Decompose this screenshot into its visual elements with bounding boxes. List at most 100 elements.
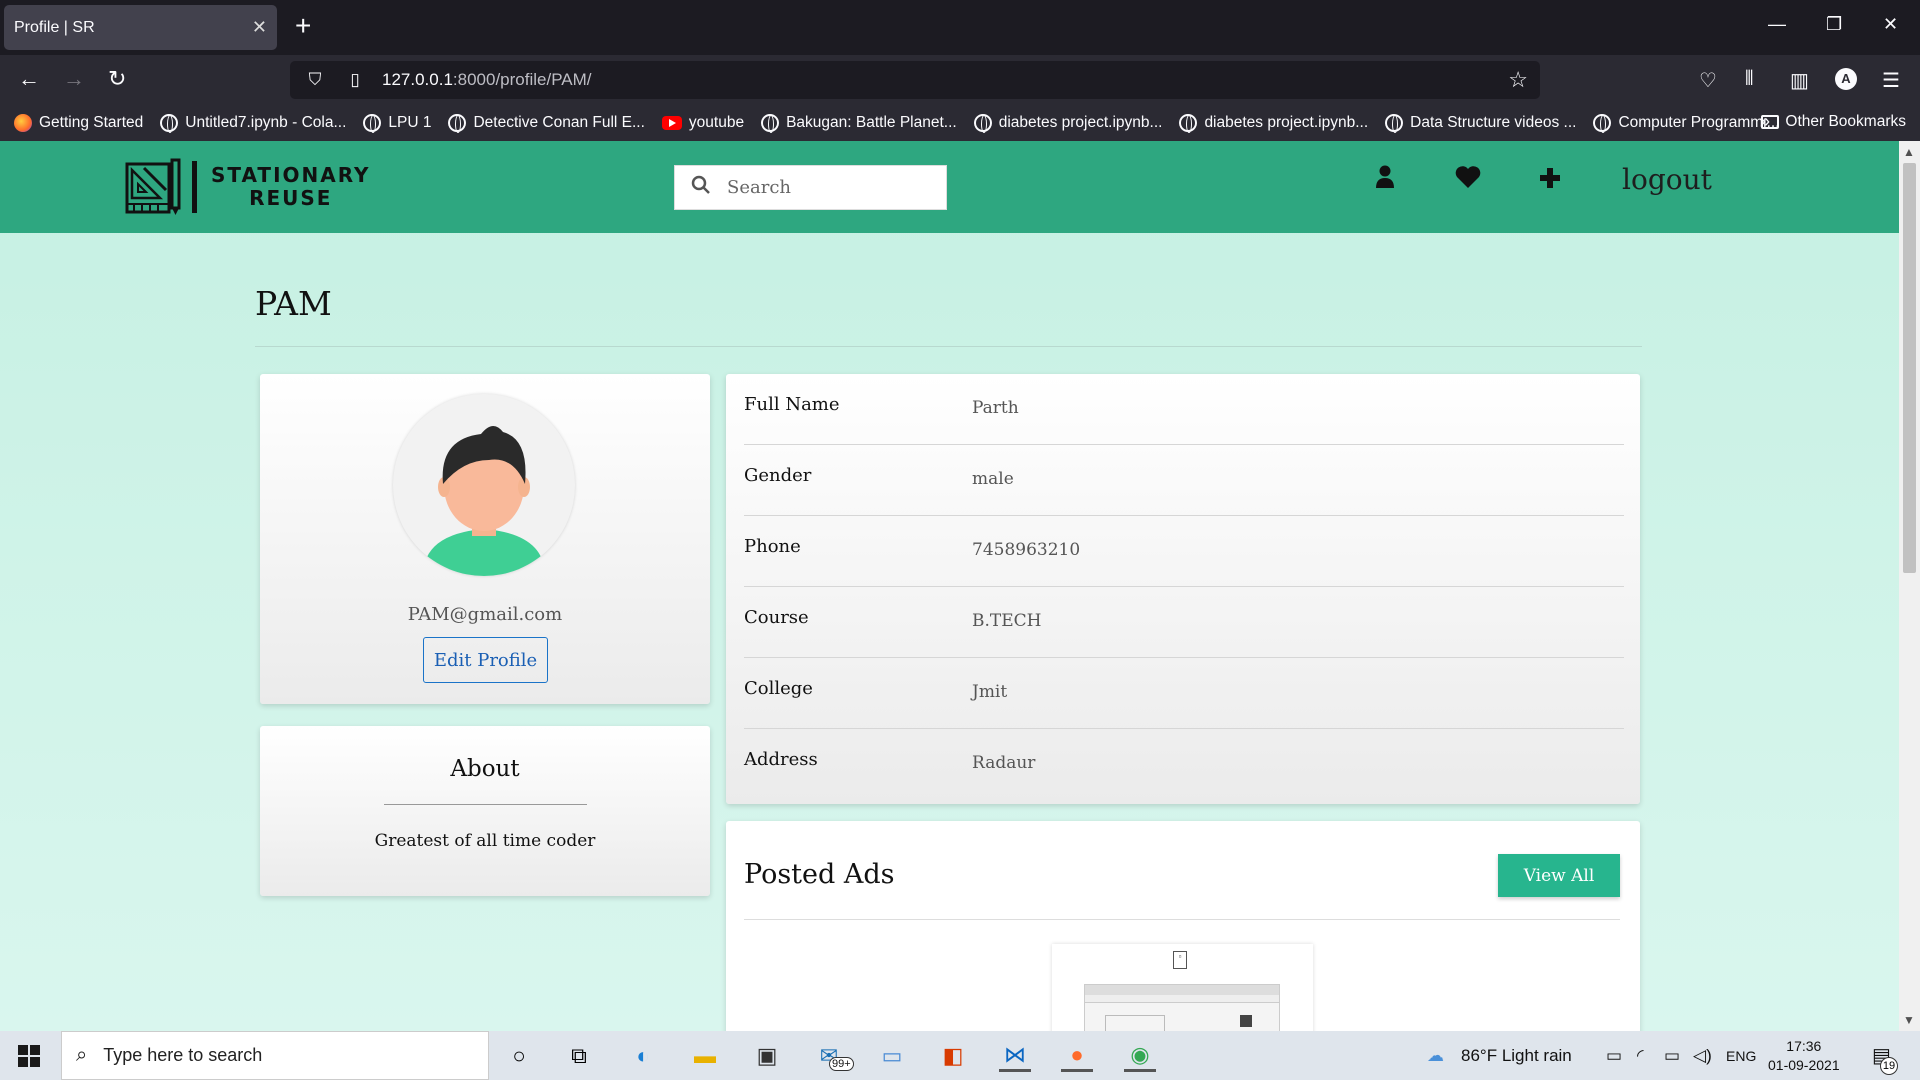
youtube-icon bbox=[661, 116, 682, 130]
cortana-icon[interactable]: ○ bbox=[503, 1040, 535, 1072]
search-icon[interactable] bbox=[675, 175, 727, 201]
restore-icon[interactable]: ❐ bbox=[1826, 14, 1842, 35]
about-title: About bbox=[450, 756, 520, 782]
task-view-icon[interactable]: ⧉ bbox=[563, 1040, 595, 1072]
url-path: :8000/profile/PAM/ bbox=[452, 70, 592, 89]
detail-label: College bbox=[744, 678, 813, 699]
new-tab-icon[interactable]: + bbox=[295, 12, 311, 40]
site-search[interactable] bbox=[674, 165, 947, 210]
bookmark-item[interactable]: diabetes project.ipynb... bbox=[1179, 114, 1368, 133]
page-content: STATIONARY REUSE logout PAM bbox=[0, 141, 1899, 1031]
windows-start-icon[interactable] bbox=[18, 1045, 40, 1067]
scrollbar-thumb[interactable] bbox=[1903, 163, 1916, 573]
close-tab-icon[interactable]: ✕ bbox=[252, 17, 267, 38]
globe-icon bbox=[1593, 114, 1612, 133]
page-scrollbar[interactable]: ▲ ▼ bbox=[1899, 141, 1920, 1031]
time: 17:36 bbox=[1786, 1038, 1822, 1054]
detail-label: Phone bbox=[744, 536, 801, 557]
pocket-icon[interactable]: ♡ bbox=[1699, 68, 1717, 93]
firefox-icon bbox=[14, 114, 32, 132]
posted-ads-card: Posted Ads View All ▫ bbox=[726, 821, 1640, 1031]
device-icon[interactable]: ▭ bbox=[876, 1040, 908, 1072]
battery-icon[interactable]: ▭ bbox=[1664, 1046, 1680, 1066]
back-icon[interactable]: ← bbox=[18, 67, 40, 91]
minimize-icon[interactable]: — bbox=[1768, 14, 1786, 35]
scroll-down-icon[interactable]: ▼ bbox=[1903, 1013, 1915, 1027]
globe-icon bbox=[448, 114, 467, 133]
date: 01-09-2021 bbox=[1768, 1057, 1840, 1073]
network-icon[interactable]: ◜ bbox=[1637, 1046, 1644, 1066]
bookmark-item[interactable]: Getting Started bbox=[14, 114, 143, 132]
chrome-icon[interactable]: ◉ bbox=[1124, 1040, 1156, 1072]
divider bbox=[255, 346, 1642, 347]
sidebar-icon[interactable]: ▥ bbox=[1790, 68, 1809, 93]
weather-text[interactable]: 86°F Light rain bbox=[1461, 1046, 1572, 1066]
mail-icon[interactable]: ✉ 99+ bbox=[813, 1040, 854, 1072]
ad-thumbnail[interactable]: ▫ bbox=[1052, 944, 1313, 1031]
bookmark-item[interactable]: youtube bbox=[661, 114, 744, 132]
close-window-icon[interactable]: ✕ bbox=[1883, 14, 1898, 35]
view-all-button[interactable]: View All bbox=[1498, 854, 1620, 897]
weather-icon[interactable]: ☁ bbox=[1427, 1046, 1444, 1066]
account-icon[interactable]: A bbox=[1835, 68, 1857, 90]
add-icon[interactable] bbox=[1539, 165, 1561, 196]
detail-value: 7458963210 bbox=[972, 540, 1081, 560]
detail-value: Jmit bbox=[972, 682, 1008, 702]
browser-titlebar: Profile | SR ✕ + — ❐ ✕ bbox=[0, 0, 1920, 55]
reload-icon[interactable]: ↻ bbox=[108, 67, 126, 91]
edit-profile-button[interactable]: Edit Profile bbox=[423, 637, 548, 683]
taskbar-search[interactable]: ⌕ Type here to search bbox=[61, 1031, 489, 1080]
vscode-icon[interactable]: ⋈ bbox=[999, 1040, 1031, 1072]
search-input[interactable] bbox=[727, 177, 927, 198]
details-card: Full Name Parth Gender male Phone 745896… bbox=[726, 374, 1640, 804]
library-icon[interactable]: ⫴ bbox=[1745, 68, 1753, 91]
detail-value: male bbox=[972, 469, 1014, 489]
bookmark-item[interactable]: diabetes project.ipynb... bbox=[973, 114, 1162, 133]
language-indicator[interactable]: ENG bbox=[1726, 1048, 1756, 1064]
logout-link[interactable]: logout bbox=[1622, 163, 1712, 196]
detail-value: B.TECH bbox=[972, 611, 1042, 631]
profile-card: PAM@gmail.com Edit Profile bbox=[260, 374, 710, 704]
edge-icon[interactable]: ◐ bbox=[627, 1040, 659, 1072]
stationery-logo-icon bbox=[125, 158, 181, 215]
meet-icon[interactable]: ▭ bbox=[1606, 1046, 1622, 1066]
url-bar[interactable]: ⛉ ▯ 127.0.0.1 :8000/profile/PAM/ ☆ bbox=[290, 61, 1540, 99]
bookmark-item[interactable]: Bakugan: Battle Planet... bbox=[761, 114, 957, 133]
windows-taskbar: ⌕ Type here to search ○ ⧉ ◐ ▬ ▣ ✉ 99+ ▭ ◧… bbox=[0, 1031, 1920, 1080]
detail-row-phone: Phone 7458963210 bbox=[744, 516, 1624, 587]
bookmark-item[interactable]: LPU 1 bbox=[363, 114, 431, 133]
bookmark-star-icon[interactable]: ☆ bbox=[1508, 67, 1528, 93]
detail-label: Gender bbox=[744, 465, 812, 486]
scroll-up-icon[interactable]: ▲ bbox=[1903, 145, 1915, 159]
clock[interactable]: 17:36 01-09-2021 bbox=[1768, 1037, 1840, 1075]
user-icon[interactable] bbox=[1375, 165, 1395, 196]
bookmark-item[interactable]: Data Structure videos ... bbox=[1385, 114, 1576, 133]
avatar bbox=[393, 394, 575, 576]
bookmark-item[interactable]: Detective Conan Full E... bbox=[448, 114, 645, 133]
file-explorer-icon[interactable]: ▬ bbox=[689, 1040, 721, 1072]
globe-icon bbox=[973, 114, 992, 133]
globe-icon bbox=[1179, 114, 1198, 133]
firefox-taskbar-icon[interactable]: ● bbox=[1061, 1040, 1093, 1072]
bookmark-item[interactable]: Untitled7.ipynb - Cola... bbox=[160, 114, 346, 133]
shield-icon[interactable]: ⛉ bbox=[300, 70, 330, 90]
mail-badge: 99+ bbox=[829, 1057, 854, 1071]
menu-icon[interactable]: ☰ bbox=[1882, 68, 1900, 93]
bookmark-item[interactable]: Computer Programmi... bbox=[1593, 114, 1780, 133]
forward-icon[interactable]: → bbox=[63, 67, 85, 91]
profile-email: PAM@gmail.com bbox=[407, 604, 563, 625]
detail-row-address: Address Radaur bbox=[744, 729, 1624, 800]
detail-value: Parth bbox=[972, 398, 1019, 418]
heart-icon[interactable] bbox=[1455, 165, 1481, 196]
other-bookmarks[interactable]: Other Bookmarks bbox=[1761, 113, 1906, 131]
office-icon[interactable]: ◧ bbox=[937, 1040, 969, 1072]
about-card: About Greatest of all time coder bbox=[260, 726, 710, 896]
globe-icon bbox=[160, 114, 179, 133]
store-icon[interactable]: ▣ bbox=[751, 1040, 783, 1072]
volume-icon[interactable]: ◁) bbox=[1693, 1046, 1712, 1066]
site-logo[interactable]: STATIONARY REUSE bbox=[124, 158, 371, 216]
site-header: STATIONARY REUSE logout bbox=[0, 141, 1899, 233]
url-host: 127.0.0.1 bbox=[382, 70, 453, 89]
browser-tab[interactable]: Profile | SR ✕ bbox=[4, 5, 277, 50]
about-divider bbox=[384, 804, 587, 805]
